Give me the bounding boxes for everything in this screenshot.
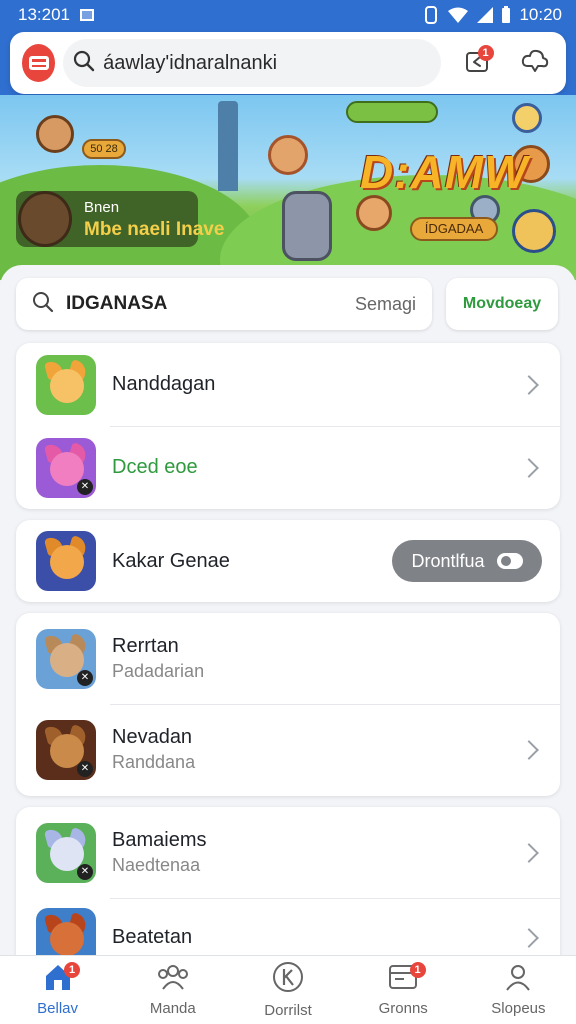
chevron-right-icon — [519, 374, 539, 395]
dog-icon — [36, 531, 96, 591]
chevron-right-icon — [519, 927, 539, 948]
bottom-navigation: 1 Bellav Manda Dorrilst 1 Gronns Slopeus — [0, 955, 576, 1024]
list-item-subtitle: Padadarian — [112, 661, 205, 681]
tower-shape — [218, 101, 238, 191]
search-query-text: áawlay'idnaralnanki — [103, 51, 278, 74]
chevron-right-icon — [519, 739, 539, 760]
list-item[interactable]: Kakar Genae Drontlfua — [16, 520, 560, 602]
nav-label: Gronns — [378, 1000, 428, 1017]
list-item-subtitle: Naedtenaa — [112, 855, 201, 875]
app-logo-icon[interactable] — [22, 44, 56, 82]
list-item[interactable]: ✕ Rerrtan Padadarian — [16, 613, 560, 704]
nav-item-inbox[interactable]: 1 Gronns — [346, 956, 461, 1024]
nav-item-profile[interactable]: Slopeus — [461, 956, 576, 1024]
cat-icon: ✕ — [36, 628, 96, 689]
nav-label: Bellav — [37, 1000, 79, 1017]
search-icon — [73, 50, 95, 77]
search-input[interactable]: áawlay'idnaralnanki — [63, 39, 442, 87]
banner-chip-right: ÍDGADAA — [410, 217, 498, 241]
list-item-title: Bamaiems — [112, 829, 207, 851]
list-item[interactable]: ✕ Nevadan Randdana — [16, 704, 560, 795]
notification-icon — [80, 9, 94, 21]
nav-badge: 1 — [64, 962, 80, 978]
app-group: Nanddagan ✕ Dced eoe — [16, 343, 560, 509]
profile-icon — [504, 963, 532, 996]
vibrate-icon — [423, 6, 439, 24]
move-button[interactable]: Movdoeay — [446, 278, 558, 330]
list-item-title: Nevadan — [112, 726, 193, 748]
promo-banner[interactable]: 50 28 D:AMW ÍDGADAA Bnen Mbe naeli Inave — [0, 95, 576, 280]
wifi-icon — [447, 7, 469, 23]
filter-row: IDGANASA Semagi Movdoeay — [16, 278, 560, 332]
filter-search-box[interactable]: IDGANASA Semagi — [16, 278, 432, 330]
banner-chip-left: 50 28 — [82, 139, 126, 159]
filter-title: IDGANASA — [66, 293, 168, 314]
nav-item-home[interactable]: 1 Bellav — [0, 956, 115, 1024]
level-bar — [346, 101, 438, 123]
robot-sprite — [282, 191, 332, 261]
app-group: Kakar Genae Drontlfua — [16, 520, 560, 602]
character-sprite — [512, 209, 556, 253]
signal-icon — [477, 7, 494, 23]
nav-label: Dorrilst — [264, 1002, 312, 1019]
banner-avatar — [18, 191, 72, 247]
pink-cat-icon: ✕ — [36, 437, 96, 498]
list-item[interactable]: ✕ Bamaiems Naedtenaa — [16, 807, 560, 898]
badge-icon: ✕ — [77, 760, 93, 777]
list-item-title: Beatetan — [112, 926, 193, 948]
nav-label: Manda — [149, 1000, 196, 1017]
toggle-icon — [496, 553, 523, 569]
sort-selector[interactable]: Semagi — [355, 294, 416, 315]
badge-icon: ✕ — [77, 863, 93, 880]
cloud-button[interactable] — [516, 41, 554, 85]
download-button-label: Drontlfua — [411, 550, 485, 571]
status-time-left: 13:201 — [18, 5, 70, 24]
chevron-right-icon — [519, 457, 539, 478]
status-time-right: 10:20 — [519, 5, 562, 24]
nav-badge: 1 — [409, 962, 426, 978]
chevron-right-icon — [519, 842, 539, 863]
cloud-icon — [521, 48, 549, 79]
list-item-title: Nanddagan — [112, 373, 216, 395]
banner-profile-status: Mbe naeli Inave — [84, 219, 225, 240]
banner-title: D:AMW — [360, 146, 529, 198]
bear-icon: ✕ — [36, 719, 96, 780]
fox-icon — [36, 354, 96, 415]
list-item[interactable]: ✕ Dced eoe — [16, 426, 560, 509]
badge-icon: ✕ — [77, 669, 93, 686]
app-group: ✕ Bamaiems Naedtenaa Beatetan — [16, 807, 560, 977]
share-button[interactable]: 1 — [459, 41, 497, 85]
list-item-subtitle: Randdana — [112, 752, 196, 772]
top-search-bar: áawlay'idnaralnanki 1 — [10, 32, 566, 94]
nav-item-people[interactable]: Manda — [115, 956, 230, 1024]
badge-icon: ✕ — [77, 478, 93, 495]
list-item-title: Kakar Genae — [112, 549, 230, 572]
coin-icon — [512, 103, 542, 133]
list-item-title: Rerrtan — [112, 635, 179, 657]
banner-profile-name: Bnen — [84, 199, 120, 216]
nav-item-discover[interactable]: Dorrilst — [230, 956, 345, 1024]
nav-label: Slopeus — [491, 1000, 546, 1017]
people-icon — [157, 963, 189, 996]
white-cat-icon: ✕ — [36, 822, 96, 883]
character-sprite — [268, 135, 308, 175]
battery-icon — [501, 6, 511, 24]
share-badge: 1 — [477, 45, 494, 61]
app-group: ✕ Rerrtan Padadarian ✕ Nevadan Randdana — [16, 613, 560, 796]
character-sprite — [36, 115, 74, 153]
list-item[interactable]: Nanddagan — [16, 343, 560, 426]
download-button[interactable]: Drontlfua — [392, 540, 542, 582]
character-sprite — [356, 195, 392, 231]
list-item-title: Dced eoe — [112, 456, 198, 478]
status-bar: 13:201 10:20 — [0, 0, 576, 30]
search-icon — [32, 291, 54, 318]
k-circle-icon — [272, 961, 304, 998]
